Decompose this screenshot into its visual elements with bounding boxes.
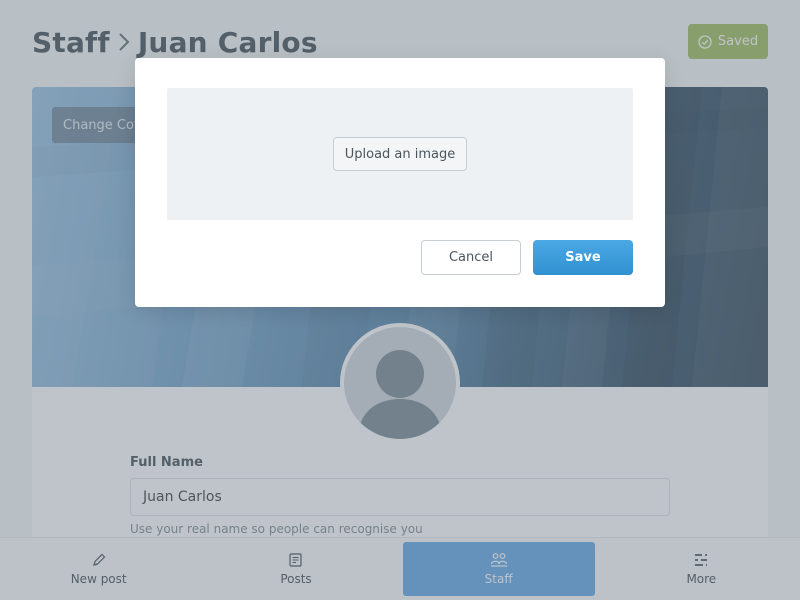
upload-image-button[interactable]: Upload an image bbox=[332, 137, 468, 171]
staff-profile-page: Staff Juan Carlos Saved Change Cover Ful… bbox=[0, 0, 800, 600]
upload-dropzone[interactable]: Upload an image bbox=[167, 88, 633, 220]
cancel-button[interactable]: Cancel bbox=[421, 240, 521, 275]
save-button[interactable]: Save bbox=[533, 240, 633, 275]
upload-cover-modal: Upload an image Cancel Save bbox=[135, 58, 665, 307]
